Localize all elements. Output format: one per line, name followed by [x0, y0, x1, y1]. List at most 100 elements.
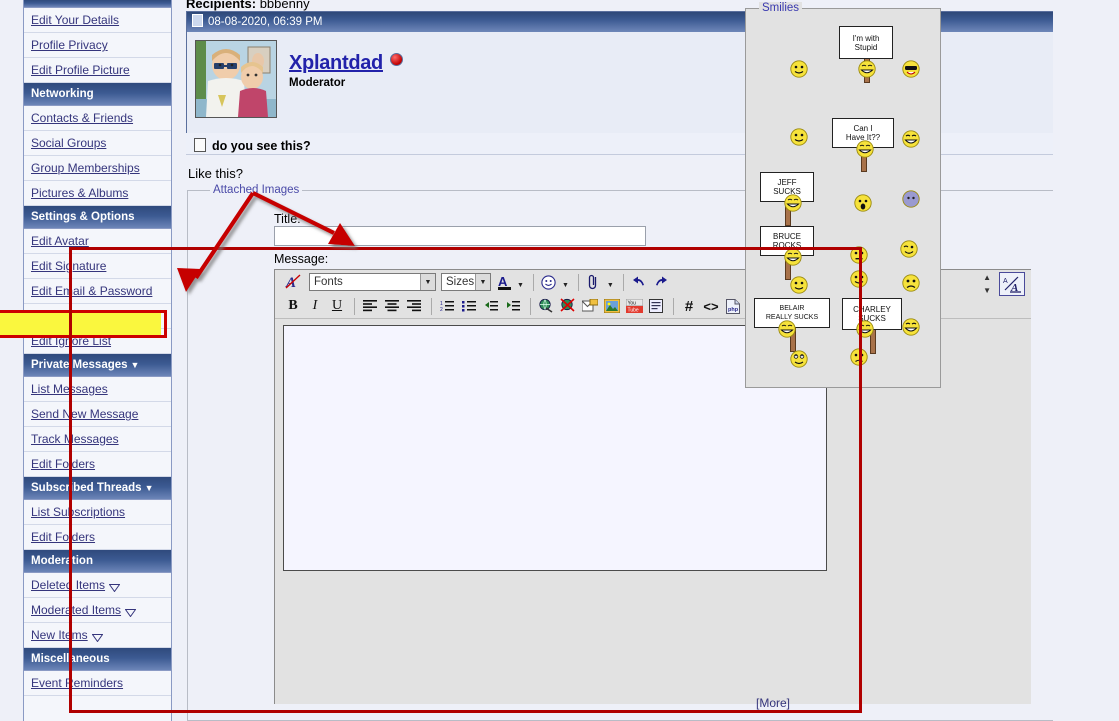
sidebar-item-label[interactable]: Contacts & Friends [31, 111, 133, 125]
sidebar-item-label[interactable]: Event Reminders [31, 676, 123, 690]
sidebar-item-label[interactable]: Social Groups [31, 136, 106, 150]
sidebar-item-profile-privacy[interactable]: Profile Privacy [24, 33, 171, 58]
youtube-icon[interactable]: You Tube [624, 296, 644, 316]
font-size-select[interactable]: Sizes ▼ [441, 273, 491, 291]
sidebar-item-list-messages[interactable]: List Messages [24, 377, 171, 402]
sidebar-item-label[interactable]: Profile Privacy [31, 38, 108, 52]
sidebar-item-edit-email-password[interactable]: Edit Email & Password [24, 279, 171, 304]
chevron-down-icon[interactable]: ▼ [607, 282, 614, 289]
can-i-have-it-smilie[interactable] [856, 140, 874, 158]
toggle-editor-mode-button[interactable]: AA [999, 272, 1025, 296]
avatar[interactable] [195, 40, 277, 118]
sidebar-item-social-groups[interactable]: Social Groups [24, 131, 171, 156]
sidebar-item-label[interactable]: List Messages [31, 382, 108, 396]
title-input[interactable] [274, 226, 646, 246]
outdent-icon[interactable] [481, 296, 501, 316]
sidebar-item-moderated-items[interactable]: Moderated Items [24, 598, 171, 623]
sidebar-item-contacts-friends[interactable]: Contacts & Friends [24, 106, 171, 131]
plain-smilie[interactable] [790, 276, 808, 294]
sidebar-header-subscribed-threads[interactable]: Subscribed Threads ▼ [24, 477, 171, 500]
chevron-down-icon[interactable]: ▼ [562, 282, 569, 289]
chevron-down-icon[interactable]: ▼ [517, 282, 524, 289]
expand-triangle-icon[interactable] [91, 634, 103, 642]
expand-triangle-icon[interactable] [109, 584, 121, 592]
indent-icon[interactable] [503, 296, 523, 316]
undo-icon[interactable] [629, 272, 649, 292]
sidebar-item-label[interactable]: Send New Message [31, 407, 138, 421]
chevron-down-icon[interactable]: ▼ [145, 483, 154, 493]
sidebar-item-label[interactable]: Moderated Items [31, 603, 121, 617]
sidebar-item-event-reminders[interactable]: Event Reminders [24, 671, 171, 696]
laugh-smilie[interactable] [902, 318, 920, 336]
sidebar-header-private-messages[interactable]: Private Messages ▼ [24, 354, 171, 377]
cool-smilie[interactable] [902, 60, 920, 78]
sidebar-item-label[interactable]: Edit Signature [31, 259, 106, 273]
sidebar-item-label[interactable]: New Items [31, 628, 88, 642]
italic-icon[interactable]: I [305, 296, 325, 316]
sidebar-item-label[interactable]: List Subscriptions [31, 505, 125, 519]
sidebar-item-label[interactable]: Group Memberships [31, 161, 140, 175]
smilie-sign[interactable]: I'm with Stupid [839, 26, 893, 59]
sidebar-item-track-messages[interactable]: Track Messages [24, 427, 171, 452]
sidebar-item-edit-signature[interactable]: Edit Signature [24, 254, 171, 279]
worried-smilie[interactable] [902, 274, 920, 292]
attachment-icon[interactable] [584, 272, 604, 292]
sidebar-item-label[interactable]: Edit Folders [31, 457, 95, 471]
sidebar-item-edit-folders[interactable]: Edit Folders [24, 525, 171, 550]
bruce-rocks-smilie[interactable] [784, 248, 802, 266]
quote-icon[interactable] [646, 296, 666, 316]
align-center-icon[interactable] [382, 296, 402, 316]
sidebar-item-label[interactable]: Track Messages [31, 432, 119, 446]
font-family-select[interactable]: Fonts ▼ [309, 273, 436, 291]
bold-icon[interactable]: B [283, 296, 303, 316]
charley-smilie[interactable] [856, 320, 874, 338]
expand-triangle-icon[interactable] [125, 609, 137, 617]
sidebar-item-edit-your-details[interactable]: Edit Your Details [24, 8, 171, 33]
more-smilies-label[interactable]: [More] [756, 696, 790, 710]
sidebar-item-label[interactable]: Edit Folders [31, 530, 95, 544]
question-smilie[interactable] [850, 348, 868, 366]
username-link[interactable]: Xplantdad [289, 52, 383, 74]
redo-icon[interactable] [651, 272, 671, 292]
rock-smilie[interactable] [900, 240, 918, 258]
sidebar-item-deleted-items[interactable]: Deleted Items [24, 573, 171, 598]
insert-link-icon[interactable] [536, 296, 556, 316]
remove-link-icon[interactable] [558, 296, 578, 316]
jeff-sucks-smilie[interactable] [784, 194, 802, 212]
editor-resize-control[interactable]: ▲ ▼ [983, 273, 991, 295]
confused-smilie[interactable] [790, 60, 808, 78]
sidebar-item-edit-folders[interactable]: Edit Folders [24, 452, 171, 477]
sidebar-item-label[interactable]: Deleted Items [31, 578, 105, 592]
font-color-icon[interactable]: A [496, 272, 514, 292]
sidebar-item-group-memberships[interactable]: Group Memberships [24, 156, 171, 181]
sidebar-item-label[interactable]: Edit Your Details [31, 13, 119, 27]
chevron-down-icon[interactable]: ▼ [131, 360, 140, 370]
roll-eyes-smilie[interactable] [790, 350, 808, 368]
remove-formatting-icon[interactable]: A [283, 272, 303, 292]
sidebar-item-edit-avatar[interactable]: Edit Avatar [24, 229, 171, 254]
more-smilies-link[interactable]: [More] [756, 696, 790, 710]
insert-image-icon[interactable] [602, 296, 622, 316]
sidebar-item-new-items[interactable]: New Items [24, 623, 171, 648]
sidebar-item-send-new-message[interactable]: Send New Message [24, 402, 171, 427]
ghost-smilie[interactable] [902, 190, 920, 208]
belair-smilie[interactable] [778, 320, 796, 338]
code-icon[interactable]: # [679, 296, 699, 316]
unordered-list-icon[interactable] [459, 296, 479, 316]
resize-up-icon[interactable]: ▲ [983, 273, 991, 282]
php-icon[interactable]: php [723, 296, 743, 316]
ordered-list-icon[interactable]: 12 [437, 296, 457, 316]
html-icon[interactable]: <> [701, 296, 721, 316]
sidebar-item-edit-profile-picture[interactable]: Edit Profile Picture [24, 58, 171, 83]
drink-smilie[interactable] [850, 270, 868, 288]
sidebar-item-label[interactable]: Pictures & Albums [31, 186, 128, 200]
sidebar-item-label[interactable]: Edit Profile Picture [31, 63, 130, 77]
align-left-icon[interactable] [360, 296, 380, 316]
whistle-smilie[interactable] [790, 128, 808, 146]
surprised-smilie[interactable] [854, 194, 872, 212]
sidebar-item-pictures-albums[interactable]: Pictures & Albums [24, 181, 171, 206]
insert-email-icon[interactable] [580, 296, 600, 316]
align-right-icon[interactable] [404, 296, 424, 316]
sidebar-item-label[interactable]: Edit Avatar [31, 234, 89, 248]
grin-smilie[interactable] [902, 130, 920, 148]
